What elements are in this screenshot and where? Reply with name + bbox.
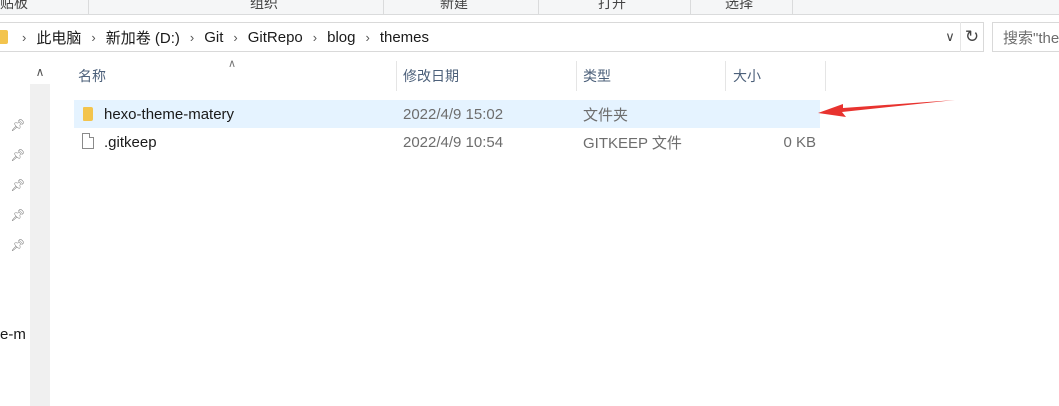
arrow-icon xyxy=(818,100,955,117)
annotation-arrow xyxy=(818,100,955,117)
